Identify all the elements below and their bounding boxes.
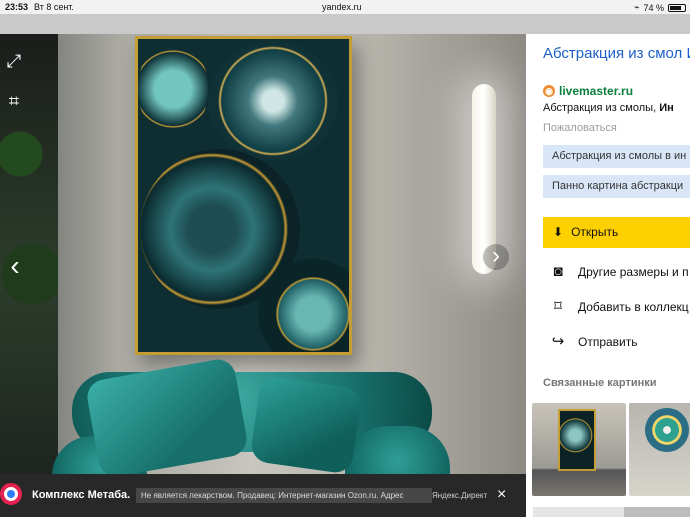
download-icon: ⬇ [553, 225, 564, 239]
ad-banner[interactable]: Комплекс Метаба. Не является лекарством.… [0, 474, 526, 517]
battery-text: 74 % [643, 2, 664, 13]
related-thumbnail[interactable] [629, 403, 690, 496]
cushion [249, 375, 363, 475]
artwork-painting [135, 36, 352, 355]
other-sizes-action[interactable]: ◙ Другие размеры и п [549, 263, 689, 281]
status-date: Вт 8 сент. [34, 2, 74, 12]
agate-shape [208, 41, 338, 161]
status-time: 23:53 [5, 2, 29, 12]
wifi-icon: ⌁ [634, 2, 640, 12]
crop-icon[interactable]: ⌗ [2, 89, 26, 113]
share-icon: ↪ [551, 333, 565, 350]
status-right: ⌁ 74 % [634, 2, 686, 13]
complain-link[interactable]: Пожаловаться [543, 122, 617, 134]
ad-text[interactable]: Не является лекарством. Продавец: Интерн… [136, 488, 432, 503]
description-bold: Ин [659, 102, 674, 114]
browser-top-bar [0, 14, 690, 34]
ad-title[interactable]: Комплекс Метаба. [32, 489, 130, 501]
open-button-label: Открыть [571, 225, 619, 239]
ozon-logo-icon [0, 483, 22, 505]
bookmark-icon: ⌑ [554, 298, 562, 315]
source-link[interactable]: ◉ livemaster.ru [543, 84, 633, 98]
search-tag[interactable]: Абстракция из смолы в ин [543, 145, 690, 168]
share-label: Отправить [578, 335, 638, 349]
other-sizes-label: Другие размеры и п [578, 265, 689, 279]
battery-icon [668, 3, 686, 12]
image-description: Абстракция из смолы, Ин [543, 102, 690, 114]
thumbnail-art [558, 409, 596, 471]
add-to-collection-label: Добавить в коллекц [578, 300, 689, 314]
close-icon[interactable]: × [497, 487, 506, 503]
chevron-right-icon[interactable]: › [483, 244, 509, 270]
search-tag[interactable]: Панно картина абстракци [543, 175, 690, 198]
source-icon: ◉ [543, 85, 555, 97]
open-button[interactable]: ⬇ Открыть [543, 217, 690, 248]
camera-icon: ◙ [553, 263, 563, 280]
related-images-title: Связанные картинки [543, 377, 657, 389]
thumbnail-art [645, 408, 689, 452]
ad-label: Яндекс.Директ [432, 491, 488, 500]
description-text: Абстракция из смолы, [543, 102, 660, 114]
address-url[interactable]: yandex.ru [322, 2, 362, 12]
related-thumbnail[interactable] [532, 403, 626, 496]
related-thumbnail-row[interactable] [624, 507, 690, 517]
status-bar: 23:53 Вт 8 сент. yandex.ru ⌁ 74 % [0, 0, 690, 14]
fullscreen-icon[interactable]: ⤢ [2, 49, 26, 73]
share-action[interactable]: ↪ Отправить [549, 333, 638, 351]
image-details-panel: Абстракция из смол Интерьерная картин ◉ … [526, 34, 690, 517]
image-title-link[interactable]: Абстракция из смол Интерьерная картин [543, 43, 690, 64]
source-label: livemaster.ru [559, 84, 634, 98]
chevron-left-icon[interactable]: ‹ [3, 252, 27, 280]
related-thumbnail-row[interactable] [533, 507, 627, 517]
image-viewer[interactable]: ⤢ ⌗ ‹ › [0, 34, 526, 517]
agate-shape [138, 39, 208, 139]
add-to-collection-action[interactable]: ⌑ Добавить в коллекц [549, 298, 689, 316]
